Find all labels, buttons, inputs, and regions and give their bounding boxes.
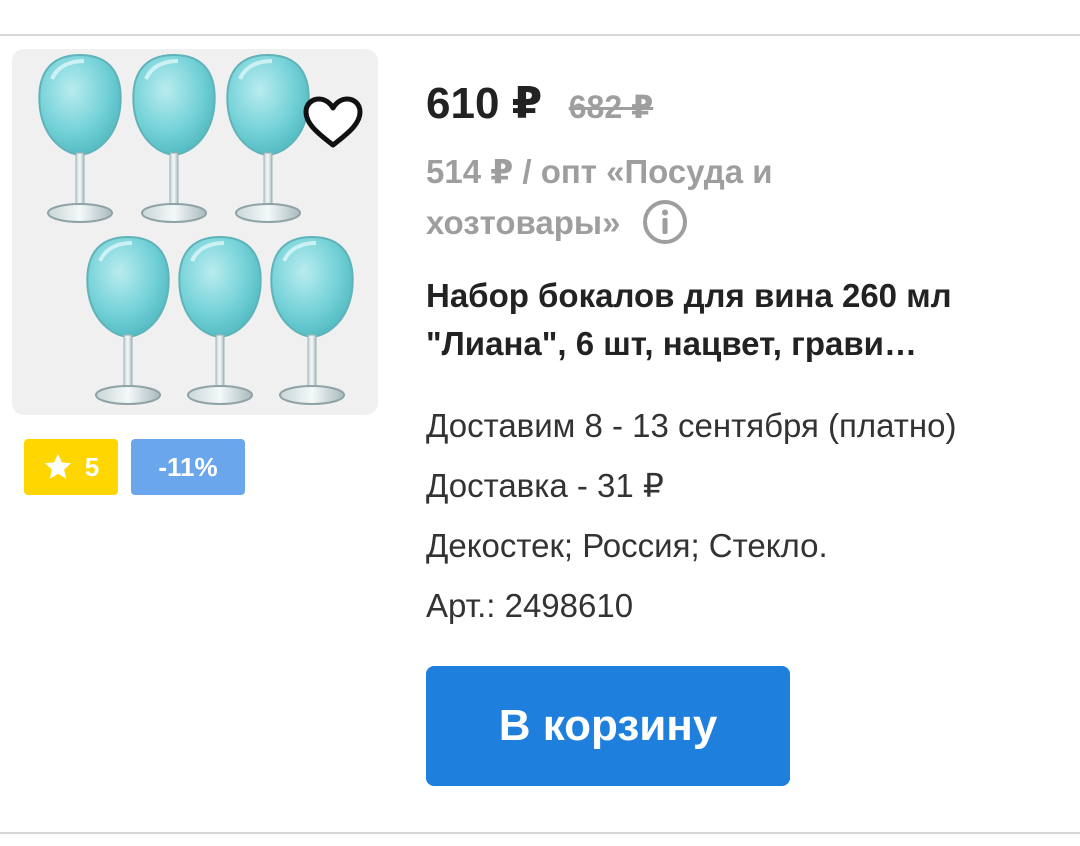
rating-value: 5 xyxy=(84,451,100,482)
delivery-dates: Доставим 8 - 13 сентября (платно) xyxy=(426,407,957,444)
current-price: 610 ₽ xyxy=(426,79,543,128)
wholesale-text: 514 ₽ / опт «Посуда и хозтовары» xyxy=(426,153,773,241)
heart-outline-icon xyxy=(303,96,363,148)
product-image[interactable] xyxy=(12,49,378,415)
article-number: Арт.: 2498610 xyxy=(426,587,634,624)
product-attributes: Декостек; Россия; Стекло. xyxy=(426,527,828,564)
price-row: 610 ₽ 682 ₽ xyxy=(426,78,653,129)
rating-badge: 5 xyxy=(24,439,118,495)
favorite-button[interactable] xyxy=(302,95,364,151)
delivery-cost: Доставка - 31 ₽ xyxy=(426,467,664,504)
info-circle-icon[interactable] xyxy=(642,199,688,245)
star-icon xyxy=(44,453,71,479)
discount-badge: -11% xyxy=(131,439,245,495)
product-title[interactable]: Набор бокалов для вина 260 мл "Лиана", 6… xyxy=(426,272,1046,368)
product-card[interactable]: 5 -11% 610 ₽ 682 ₽ 514 ₽ / опт «Посуда и… xyxy=(0,36,1080,832)
wholesale-price: 514 ₽ / опт «Посуда и хозтовары» xyxy=(426,146,846,248)
old-price: 682 ₽ xyxy=(568,89,654,125)
bottom-divider xyxy=(0,832,1080,834)
add-to-cart-button[interactable]: В корзину xyxy=(426,666,790,786)
